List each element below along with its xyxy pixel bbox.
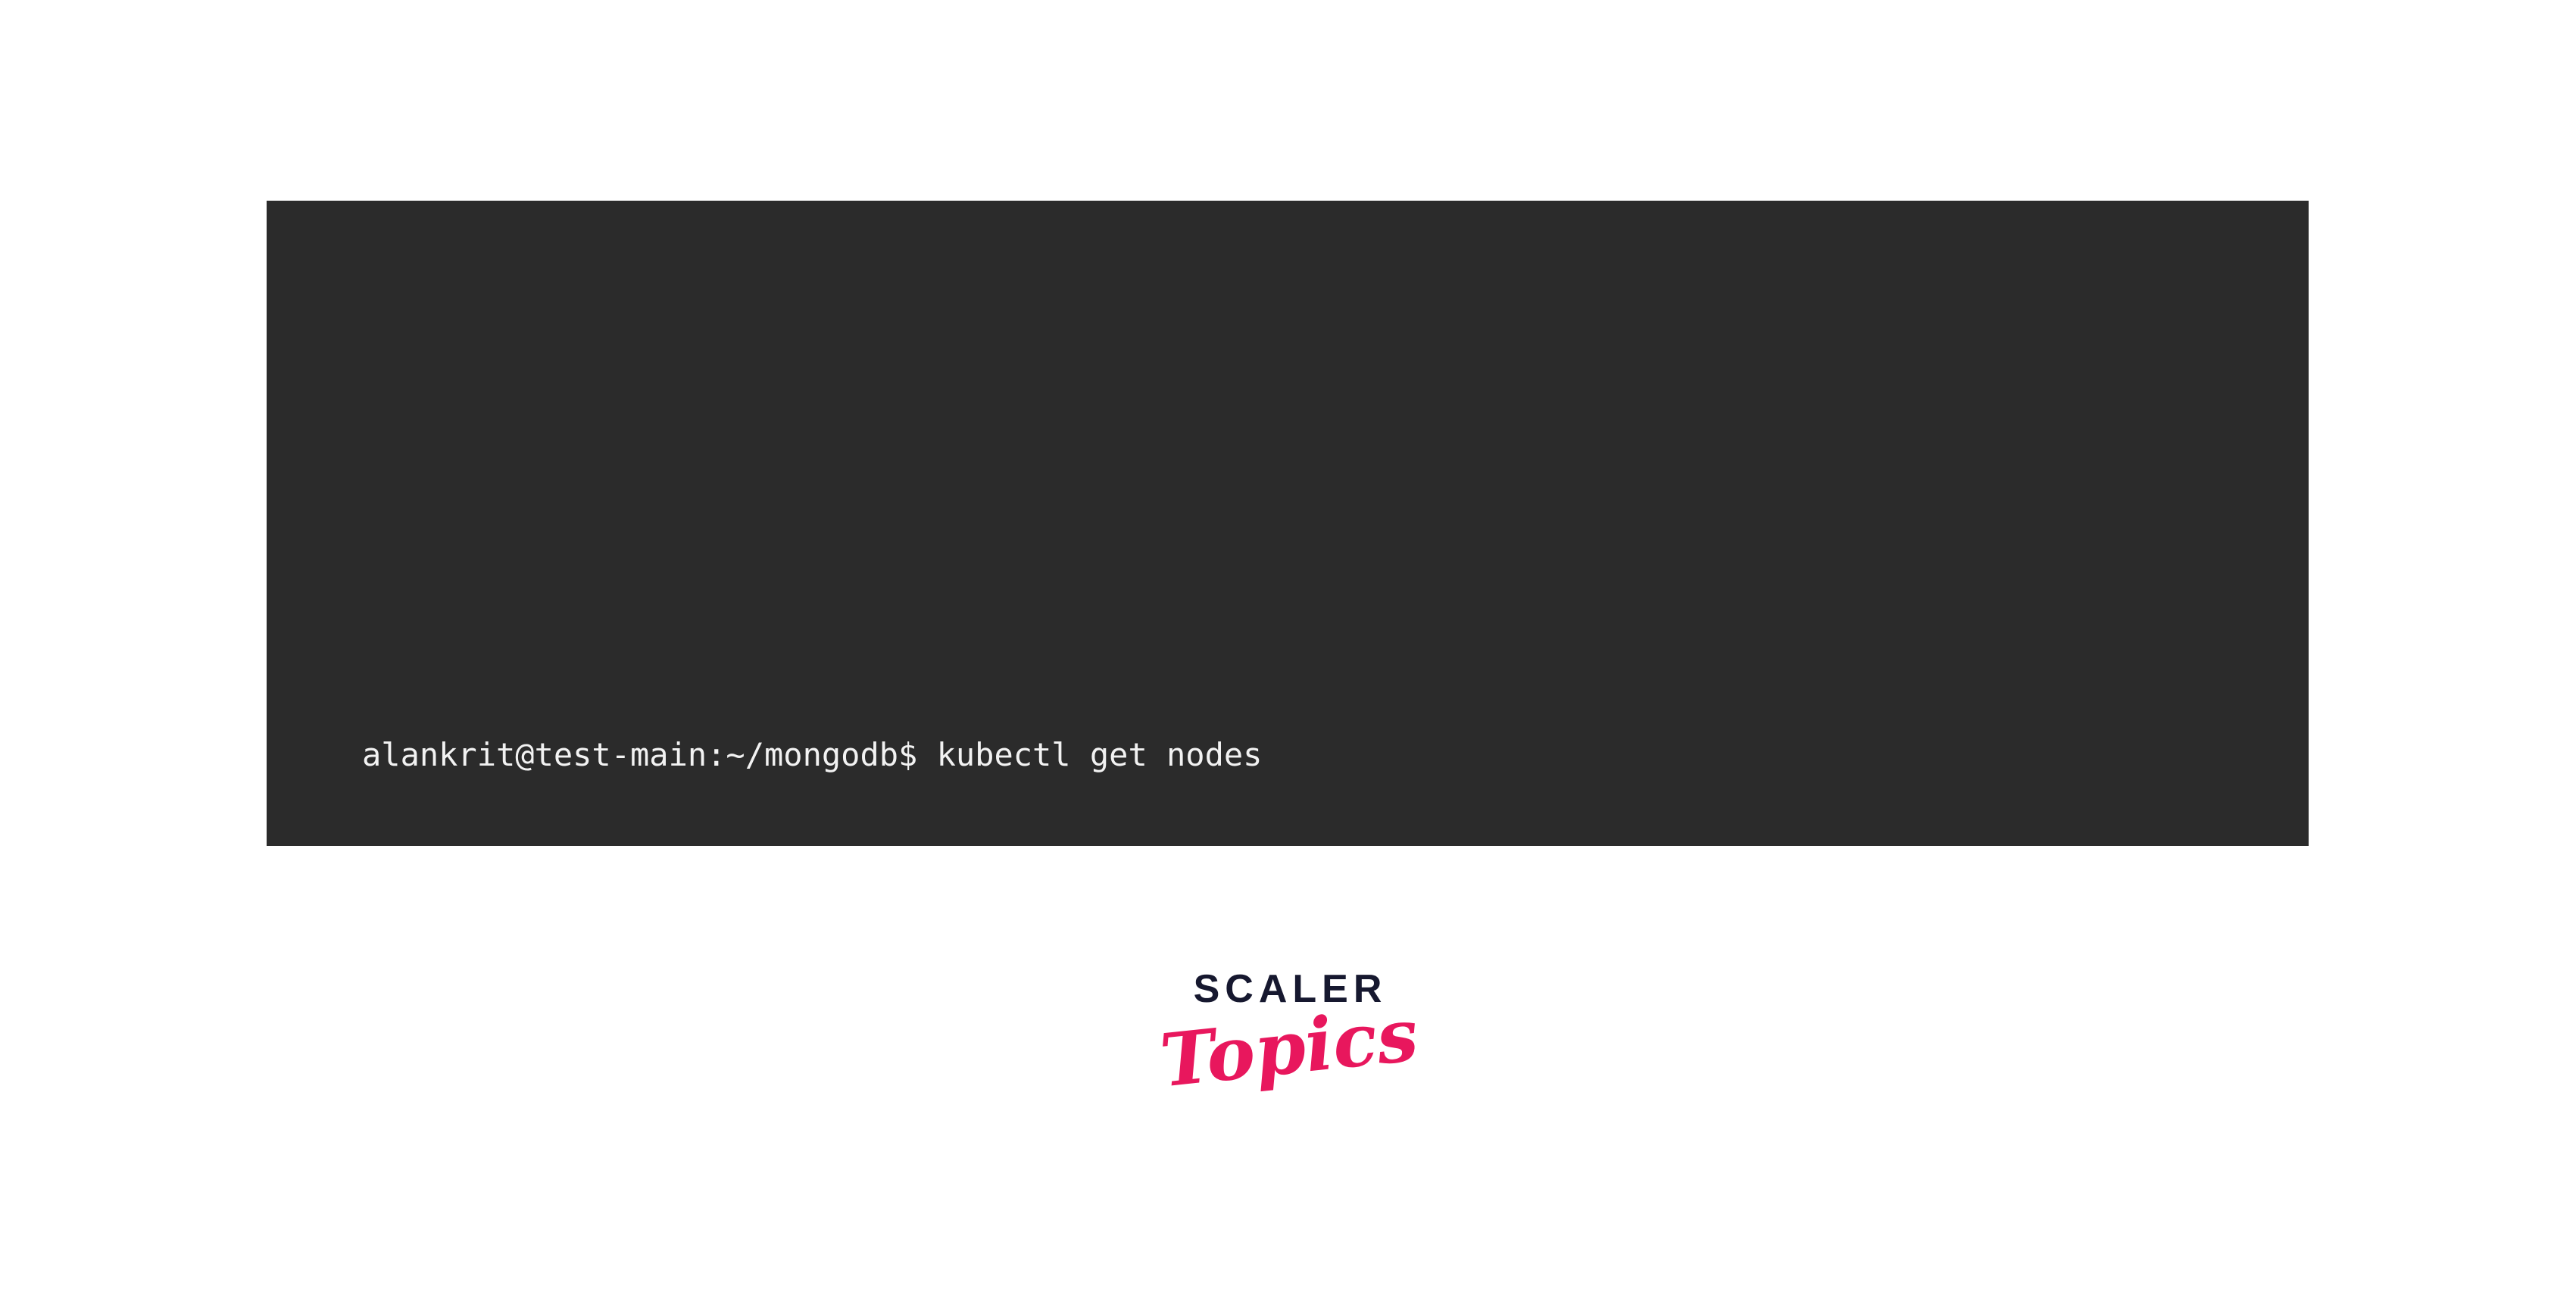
shell-prompt: alankrit@test-main:~/mongodb$ kubectl ge… <box>362 736 1263 773</box>
terminal-command-line: alankrit@test-main:~/mongodb$ kubectl ge… <box>362 690 2309 820</box>
scaler-topics-logo: SCALER Topics <box>1121 969 1454 1128</box>
terminal-window[interactable]: alankrit@test-main:~/mongodb$ kubectl ge… <box>267 201 2309 846</box>
logo-script-topics: Topics <box>1156 991 1422 1104</box>
terminal-output[interactable]: alankrit@test-main:~/mongodb$ kubectl ge… <box>362 299 2309 846</box>
